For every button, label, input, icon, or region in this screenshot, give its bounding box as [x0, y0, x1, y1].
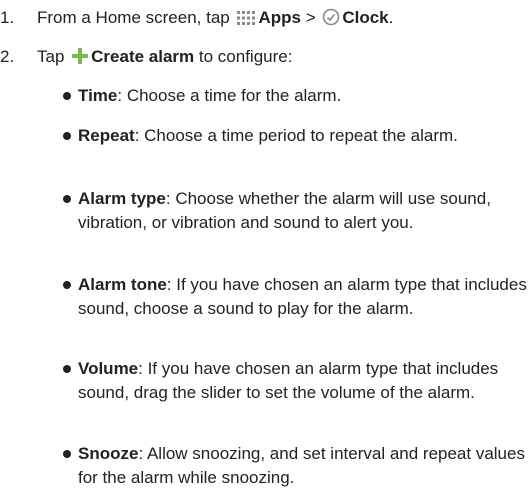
bullet-text: Volume: If you have chosen an alarm type… — [78, 359, 499, 402]
bullet-text: Alarm type: Choose whether the alarm wil… — [78, 189, 491, 232]
bullet-term: Snooze — [78, 444, 139, 463]
bullet-term: Repeat — [78, 126, 135, 145]
apps-grid-icon — [236, 9, 256, 33]
bullet-text: Snooze: Allow snoozing, and set interval… — [78, 444, 525, 487]
clock-icon — [322, 8, 340, 33]
step-number: 2. — [0, 47, 15, 66]
bullet-dot — [63, 195, 71, 203]
bullet-term: Alarm type — [78, 189, 166, 208]
bullet-text: Alarm tone: If you have chosen an alarm … — [78, 275, 527, 318]
step-number: 1. — [0, 8, 15, 27]
bullet-dot — [63, 450, 71, 458]
create-alarm-label: Create alarm — [91, 47, 195, 66]
bullet-term: Time — [78, 86, 118, 105]
bullet-dot — [63, 92, 71, 100]
clock-label: Clock — [342, 8, 389, 27]
bullet-term: Volume — [78, 359, 139, 378]
apps-label: Apps — [258, 8, 301, 27]
bullet-term: Alarm tone — [78, 275, 167, 294]
bullet-dot — [63, 281, 71, 289]
bullet-text: Time: Choose a time for the alarm. — [78, 86, 342, 105]
bullet-text: Repeat: Choose a time period to repeat t… — [78, 126, 458, 145]
instructions-document: 1. From a Home screen, tap Apps > Clock.… — [0, 0, 531, 494]
step-text: Tap Create alarm to configure: — [37, 45, 527, 72]
plus-icon — [71, 47, 89, 72]
step-text: From a Home screen, tap Apps > Clock. — [37, 6, 527, 33]
bullet-dot — [63, 132, 71, 140]
bullet-dot — [63, 365, 71, 373]
